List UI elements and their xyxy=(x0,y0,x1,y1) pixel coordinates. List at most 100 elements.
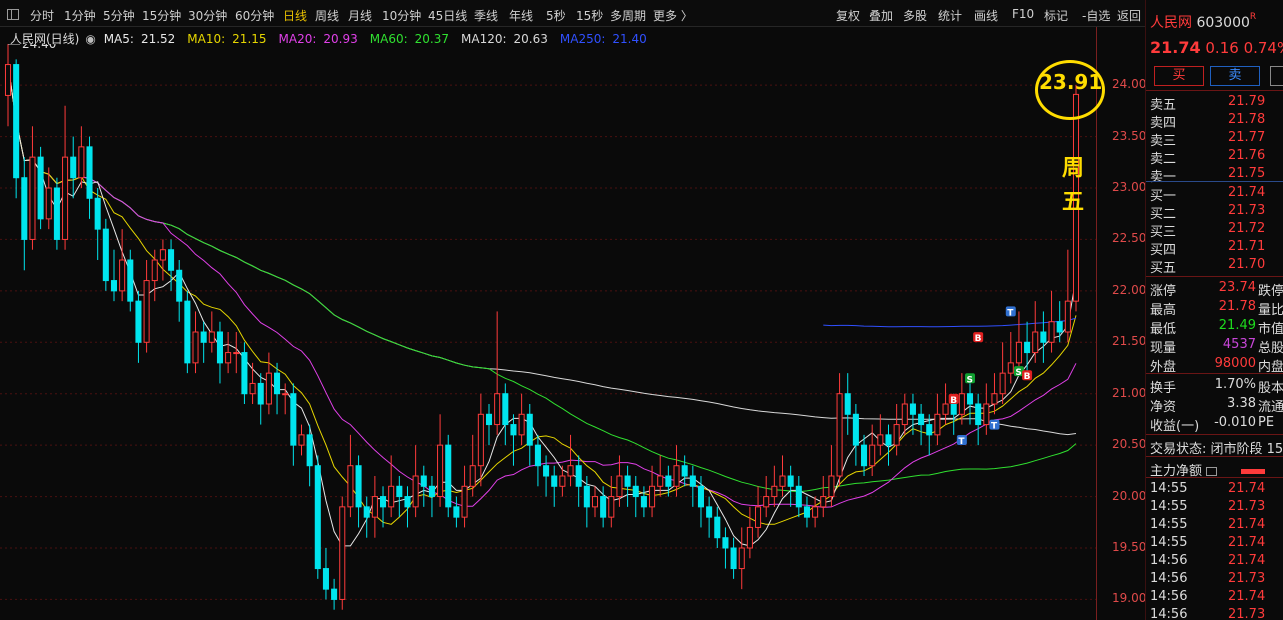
stock-code: 603000 xyxy=(1196,15,1250,31)
candle-body xyxy=(290,393,297,446)
candle-body xyxy=(958,393,965,415)
tick-time: 14:56 xyxy=(1150,607,1188,620)
candle-body xyxy=(355,465,362,508)
panel-expand-handle[interactable] xyxy=(1270,66,1283,86)
candle-body xyxy=(62,156,69,240)
candle-body xyxy=(363,506,370,518)
candle-body xyxy=(379,496,387,508)
candle-body xyxy=(975,403,982,426)
period-tab[interactable]: 45日线 xyxy=(428,7,467,24)
candle-body xyxy=(461,485,468,518)
candle-body xyxy=(347,465,354,508)
toolbar-button[interactable]: F10 xyxy=(1012,7,1034,21)
period-tab[interactable]: 10分钟 xyxy=(382,7,421,24)
candle-body xyxy=(233,352,240,355)
candle-body xyxy=(591,496,599,508)
list-icon[interactable] xyxy=(1206,467,1218,476)
candle-body xyxy=(135,300,142,343)
candle-body xyxy=(37,156,44,220)
candle-body xyxy=(755,506,762,528)
period-tab[interactable]: 分时 xyxy=(30,7,54,24)
candle-body xyxy=(1064,300,1071,333)
candle-body xyxy=(119,259,126,292)
period-tab[interactable]: 15分钟 xyxy=(142,7,181,24)
period-tab[interactable]: 季线 xyxy=(474,7,498,24)
bid-price: 21.70 xyxy=(1228,257,1266,272)
period-tab[interactable]: 60分钟 xyxy=(235,7,274,24)
sell-button[interactable]: 卖 xyxy=(1210,66,1260,86)
candle-body xyxy=(510,424,517,436)
period-tab[interactable]: 5秒 xyxy=(546,7,566,24)
price-axis-label: 21.50 xyxy=(1112,334,1147,349)
bid-label: 买四 xyxy=(1150,243,1177,258)
tick-row: 14:55 21.74 xyxy=(1150,535,1265,550)
toolbar-button[interactable]: 叠加 xyxy=(869,7,893,24)
toolbar-button[interactable]: 画线 xyxy=(974,7,998,24)
ask-row: 卖五 21.79 xyxy=(1150,94,1265,113)
candle-body xyxy=(706,506,713,518)
quote-panel: 人民网 603000R 21.74 0.16 0.74% 买 卖 卖五 21.79… xyxy=(1145,0,1283,620)
candle-body xyxy=(494,393,501,426)
candlestick-chart[interactable]: 24.40BTTSBTS B xyxy=(0,44,1096,620)
ask-price: 21.76 xyxy=(1228,148,1266,163)
stock-name: 人民网 xyxy=(1150,15,1192,31)
period-tab[interactable]: 1分钟 xyxy=(64,7,96,24)
stat-value: 23.74 xyxy=(1218,280,1256,295)
last-price: 21.74 xyxy=(1150,38,1201,57)
candle-body xyxy=(518,413,525,436)
toolbar-button[interactable]: 多股 xyxy=(903,7,927,24)
period-tab[interactable]: 更多 〉 xyxy=(653,7,693,24)
weekday-label: 周五 xyxy=(1062,152,1086,220)
candle-body xyxy=(404,496,411,508)
candle-body xyxy=(388,485,395,508)
stat-row: 现量 4537 总股 xyxy=(1150,337,1283,356)
panel-toggle-icon[interactable] xyxy=(7,9,19,20)
period-tab[interactable]: 月线 xyxy=(348,7,372,24)
period-tab[interactable]: 30分钟 xyxy=(188,7,227,24)
tick-row: 14:56 21.73 xyxy=(1150,607,1265,620)
price-axis-label: 24.00 xyxy=(1112,77,1147,92)
period-tab[interactable]: 日线 xyxy=(283,7,307,24)
period-tab[interactable]: 多周期 xyxy=(610,7,646,24)
candle-body xyxy=(632,485,639,498)
toolbar-button[interactable]: 标记 xyxy=(1044,7,1068,24)
toolbar-button[interactable]: -自选 xyxy=(1082,7,1110,24)
tick-time: 14:56 xyxy=(1150,571,1188,586)
buy-button[interactable]: 买 xyxy=(1154,66,1204,86)
main-flow-bar xyxy=(1241,469,1266,474)
stat-value: 4537 xyxy=(1222,337,1256,352)
candle-body xyxy=(485,413,493,426)
candle-body xyxy=(127,259,134,302)
fundamental-label: 换手 xyxy=(1150,381,1177,396)
candle-body xyxy=(795,485,802,508)
tick-time: 14:56 xyxy=(1150,553,1188,568)
toolbar-button[interactable]: 返回 xyxy=(1117,7,1141,24)
trade-marker-label: T xyxy=(1007,308,1014,318)
tick-row: 14:56 21.74 xyxy=(1150,589,1265,604)
ask-label: 卖四 xyxy=(1150,116,1177,131)
candle-body xyxy=(885,434,892,446)
price-change: 0.16 xyxy=(1205,39,1239,57)
period-tab[interactable]: 5分钟 xyxy=(103,7,135,24)
candle-body xyxy=(29,156,36,240)
period-tab[interactable]: 15秒 xyxy=(576,7,603,24)
candle-body xyxy=(966,393,974,405)
candle-body xyxy=(820,496,827,508)
ask-label: 卖一 xyxy=(1150,170,1177,185)
candle-body xyxy=(184,300,191,364)
candle-body xyxy=(746,526,753,549)
candle-body xyxy=(331,588,338,600)
period-tab[interactable]: 周线 xyxy=(315,7,339,24)
stat-label: 最高 xyxy=(1150,303,1177,318)
candle-body xyxy=(1056,321,1063,333)
price-axis-label: 20.00 xyxy=(1112,488,1147,503)
period-tab[interactable]: 年线 xyxy=(509,7,533,24)
candle-body xyxy=(730,547,737,570)
stat-value: 98000 xyxy=(1214,356,1256,371)
stat-row: 最低 21.49 市值 xyxy=(1150,318,1283,337)
toolbar-button[interactable]: 统计 xyxy=(938,7,962,24)
bid-label: 买三 xyxy=(1150,225,1177,240)
candle-body xyxy=(567,465,574,477)
toolbar-button[interactable]: 复权 xyxy=(836,7,860,24)
bid-price: 21.72 xyxy=(1228,221,1266,236)
